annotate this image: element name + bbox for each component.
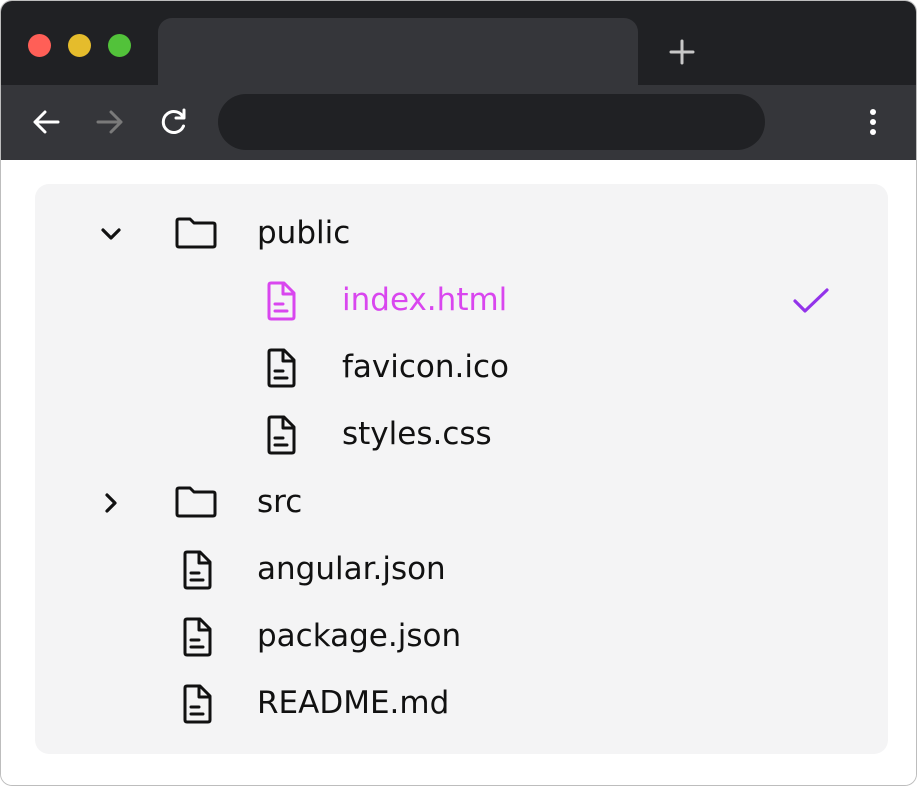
title-bar — [1, 1, 916, 85]
back-button[interactable] — [26, 102, 66, 142]
file-icon — [263, 348, 299, 388]
chevron-right-icon[interactable] — [97, 489, 125, 517]
browser-menu-button[interactable] — [853, 102, 893, 142]
reload-button[interactable] — [154, 102, 194, 142]
folder-icon — [174, 484, 218, 520]
minimize-window-button[interactable] — [68, 34, 91, 57]
arrow-right-icon — [96, 110, 123, 134]
plus-icon — [669, 39, 695, 65]
folder-icon — [174, 215, 218, 251]
tree-file-angular-json[interactable]: angular.json — [35, 536, 888, 603]
chevron-down-icon[interactable] — [97, 220, 125, 248]
file-icon — [263, 281, 299, 321]
tree-item-label: package.json — [257, 618, 462, 654]
address-bar[interactable] — [218, 94, 765, 150]
arrow-left-icon — [33, 110, 60, 134]
checkmark-icon — [791, 285, 831, 317]
file-icon — [263, 415, 299, 455]
tree-item-label: favicon.ico — [342, 349, 510, 385]
file-tree: public index.html favicon.ico styles.css… — [35, 184, 888, 754]
kebab-menu-icon — [870, 109, 876, 135]
tree-item-label: public — [257, 215, 351, 251]
maximize-window-button[interactable] — [108, 34, 131, 57]
forward-button[interactable] — [90, 102, 130, 142]
tree-file-readme-md[interactable]: README.md — [35, 670, 888, 737]
tree-item-label: styles.css — [342, 416, 492, 452]
tree-item-label: README.md — [257, 685, 450, 721]
new-tab-button[interactable] — [665, 35, 699, 69]
browser-window: public index.html favicon.ico styles.css… — [0, 0, 917, 786]
tree-item-label: angular.json — [257, 551, 446, 587]
browser-toolbar — [1, 85, 916, 160]
file-icon — [179, 684, 215, 724]
tree-folder-public[interactable]: public — [35, 200, 888, 267]
tree-file-styles-css[interactable]: styles.css — [35, 401, 888, 468]
file-icon — [179, 550, 215, 590]
browser-tab[interactable] — [158, 18, 638, 85]
page-content: public index.html favicon.ico styles.css… — [1, 160, 916, 785]
tree-file-favicon-ico[interactable]: favicon.ico — [35, 334, 888, 401]
tree-folder-src[interactable]: src — [35, 469, 888, 536]
reload-icon — [161, 108, 186, 134]
tree-item-label: src — [257, 484, 303, 520]
close-window-button[interactable] — [28, 34, 51, 57]
tree-file-index-html[interactable]: index.html — [35, 267, 888, 334]
tree-item-label: index.html — [342, 282, 508, 318]
tree-file-package-json[interactable]: package.json — [35, 603, 888, 670]
file-icon — [179, 617, 215, 657]
